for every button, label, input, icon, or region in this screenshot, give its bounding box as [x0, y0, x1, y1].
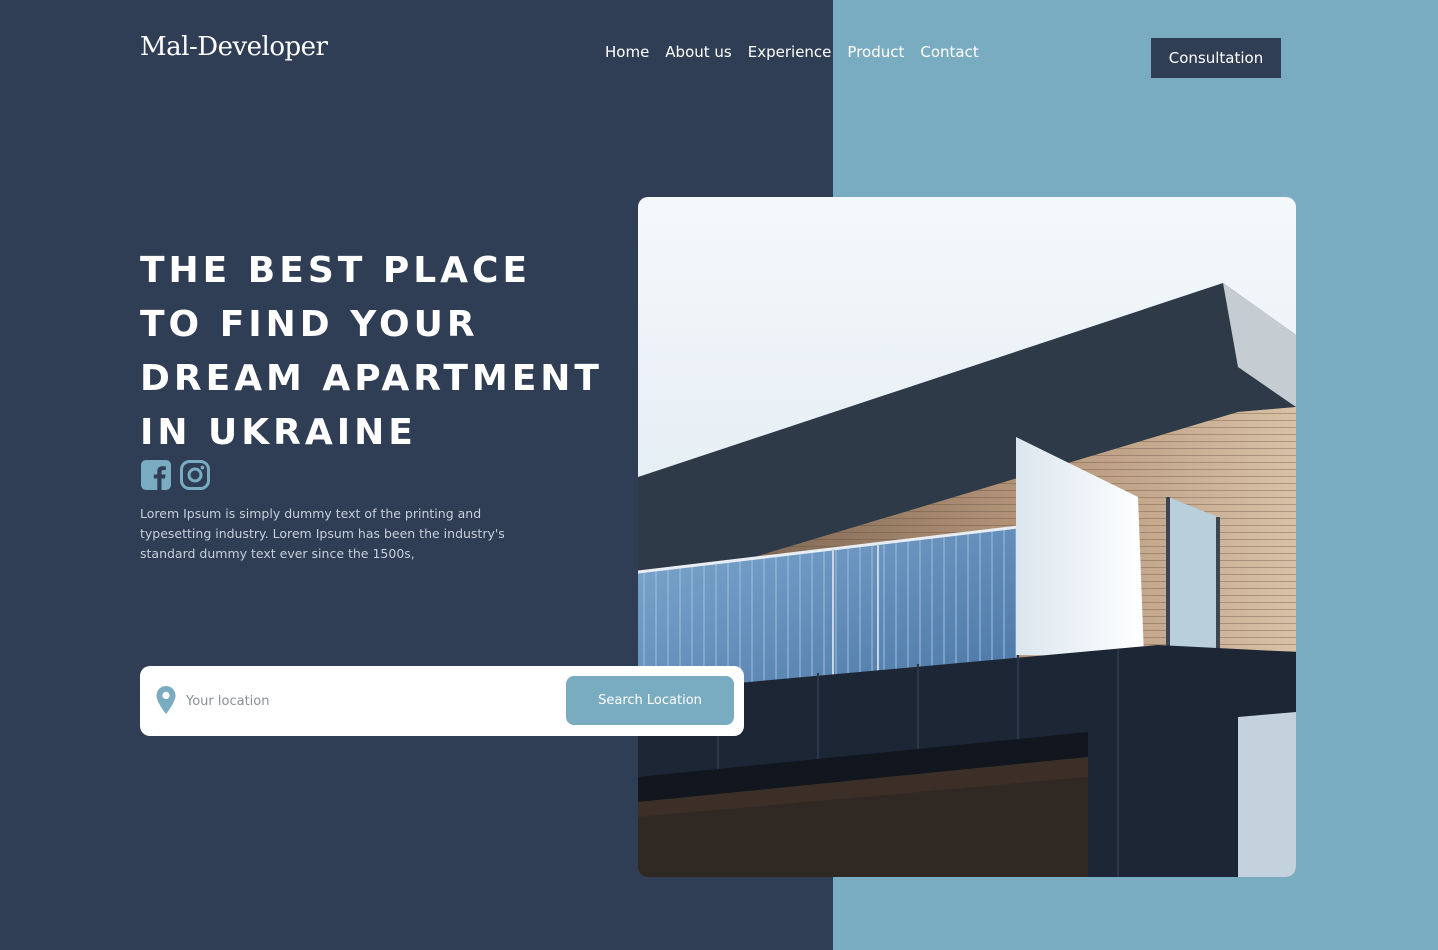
nav-item-contact[interactable]: Contact: [920, 42, 978, 62]
nav-item-product[interactable]: Product: [847, 42, 904, 62]
location-input[interactable]: [184, 686, 548, 716]
instagram-icon[interactable]: [179, 459, 211, 491]
facebook-icon[interactable]: [140, 459, 172, 491]
social-links: [140, 459, 211, 491]
location-search-bar: Search Location: [140, 666, 744, 736]
nav-item-experience[interactable]: Experience: [748, 42, 832, 62]
hero-description: Lorem Ipsum is simply dummy text of the …: [140, 506, 505, 561]
headline-line: TO FIND YOUR: [140, 304, 479, 345]
nav-item-home[interactable]: Home: [605, 42, 649, 62]
site-logo[interactable]: Mal-Developer: [140, 32, 328, 62]
headline-line: THE BEST PLACE: [140, 250, 532, 291]
headline-line: IN UKRAINE: [140, 412, 417, 453]
headline-line: DREAM APARTMENT: [140, 358, 603, 399]
hero-building-image: [638, 197, 1296, 877]
main-nav: Home About us Experience Product Contact: [605, 42, 979, 62]
consultation-button[interactable]: Consultation: [1151, 38, 1281, 78]
search-location-button[interactable]: Search Location: [566, 676, 734, 725]
location-pin-icon: [156, 686, 176, 714]
hero-headline: THE BEST PLACE TO FIND YOUR DREAM APARTM…: [140, 244, 603, 460]
nav-item-about-us[interactable]: About us: [665, 42, 731, 62]
